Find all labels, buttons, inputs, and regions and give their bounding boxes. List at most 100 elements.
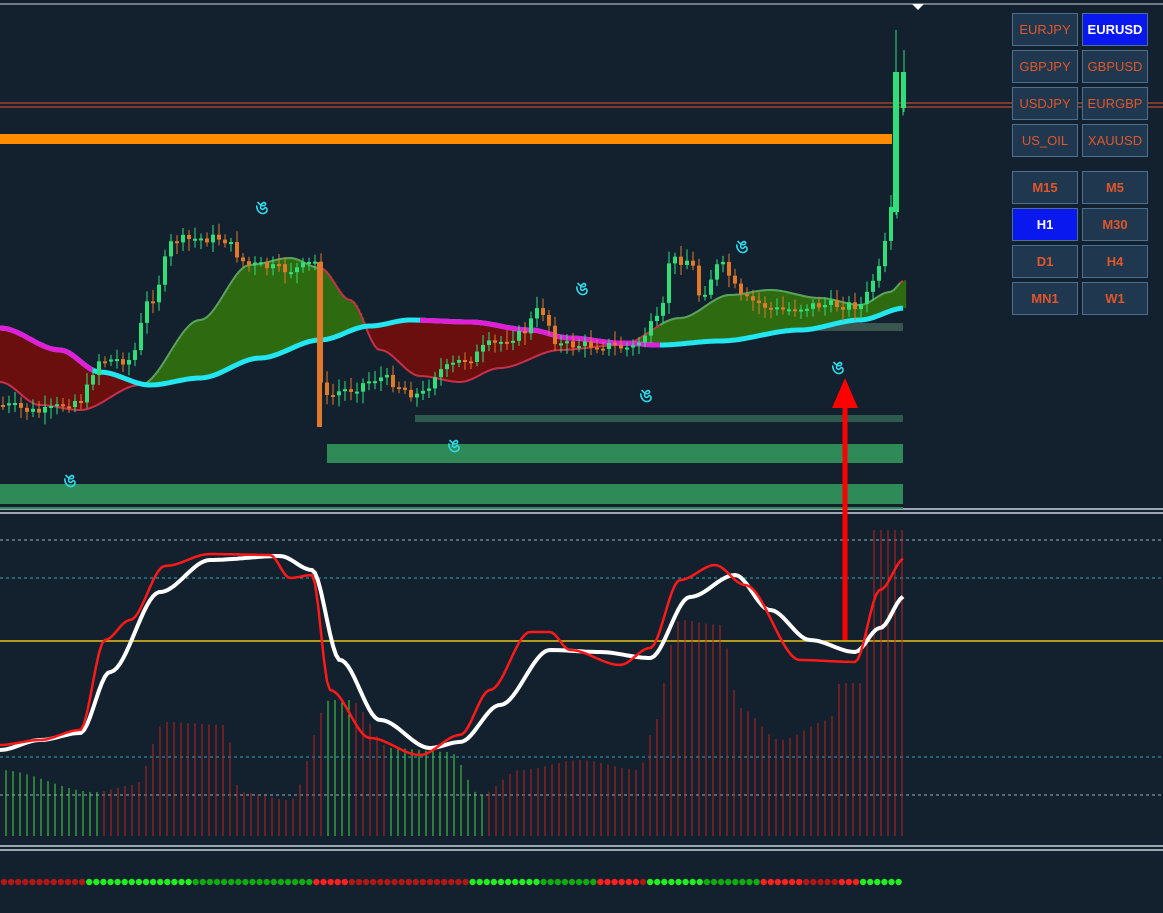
candle <box>175 235 179 255</box>
signal-icon: ঙ <box>447 436 460 457</box>
price-chart[interactable]: ঙ ঙ ঙ ঙ ঙ ঙ ঙ <box>0 0 1163 913</box>
symbol-button-usdjpy[interactable]: USDJPY <box>1012 87 1078 120</box>
candle <box>721 255 725 273</box>
candle <box>415 388 419 407</box>
candle <box>25 403 29 420</box>
candle <box>187 230 191 251</box>
buy-arrow-head <box>832 378 858 408</box>
signal-icon: ঙ <box>831 358 844 379</box>
shift-marker <box>912 4 924 10</box>
candle <box>877 258 881 288</box>
candle <box>373 370 377 390</box>
symbol-button-xauusd[interactable]: XAUUSD <box>1082 124 1148 157</box>
candle <box>427 379 431 398</box>
candle <box>661 296 665 324</box>
symbol-button-us_oil[interactable]: US_OIL <box>1012 124 1078 157</box>
signal-icon: ঙ <box>63 471 76 492</box>
candle <box>361 378 365 404</box>
candle <box>883 232 887 273</box>
candle <box>139 312 143 356</box>
candle <box>157 275 161 311</box>
candle <box>385 367 389 386</box>
candle <box>535 296 539 328</box>
candle <box>193 227 197 248</box>
candle <box>343 381 347 401</box>
candle <box>733 268 737 289</box>
candle <box>331 383 335 405</box>
candle <box>181 228 185 252</box>
candle <box>727 253 731 288</box>
big-bear-candle <box>317 262 322 427</box>
candle <box>703 286 707 301</box>
symbol-button-eurusd[interactable]: EURUSD <box>1082 13 1148 46</box>
timeframe-button-mn1[interactable]: MN1 <box>1012 282 1078 315</box>
oscillator-histogram <box>5 530 903 836</box>
candle <box>205 232 209 247</box>
candle <box>1 396 5 410</box>
candle <box>379 366 383 391</box>
signal-icon: ঙ <box>575 279 588 300</box>
candle <box>709 269 713 299</box>
candle <box>103 356 107 368</box>
symbol-button-eurgbp[interactable]: EURGBP <box>1082 87 1148 120</box>
candle <box>871 274 875 301</box>
candle <box>133 342 137 367</box>
timeframe-button-w1[interactable]: W1 <box>1082 282 1148 315</box>
candle <box>397 381 401 394</box>
candle <box>685 249 689 270</box>
candle <box>151 289 155 314</box>
candle <box>541 298 545 322</box>
candle <box>169 234 173 266</box>
demand-zone-lower <box>0 484 903 504</box>
signal-icon: ঙ <box>735 237 748 258</box>
candle <box>367 372 371 391</box>
timeframe-button-m30[interactable]: M30 <box>1082 208 1148 241</box>
resistance-band <box>0 134 892 144</box>
support-line-zone <box>415 415 903 422</box>
oscillator-red-line <box>0 552 904 757</box>
candle <box>337 379 341 407</box>
candle <box>403 381 407 395</box>
candle <box>211 225 215 252</box>
candle <box>163 249 167 292</box>
candle <box>223 234 227 248</box>
candle <box>217 223 221 246</box>
candle <box>7 395 11 414</box>
candle <box>409 381 413 402</box>
candle <box>229 237 233 252</box>
candle <box>889 195 893 250</box>
timeframe-button-h4[interactable]: H4 <box>1082 245 1148 278</box>
candle <box>691 251 695 271</box>
symbol-button-gbpjpy[interactable]: GBPJPY <box>1012 50 1078 83</box>
oscillator-white-line <box>0 554 905 752</box>
candle <box>655 306 659 326</box>
candle <box>235 231 239 263</box>
candle <box>673 252 677 275</box>
candle <box>667 251 671 314</box>
signal-icon: ঙ <box>639 386 652 407</box>
candle <box>121 352 125 373</box>
candle <box>325 371 329 405</box>
candle <box>241 253 245 268</box>
candle <box>115 349 119 369</box>
candle <box>199 233 203 250</box>
timeframe-button-m15[interactable]: M15 <box>1012 171 1078 204</box>
candle <box>13 391 17 413</box>
candle <box>715 259 719 287</box>
timeframe-button-m5[interactable]: M5 <box>1082 171 1148 204</box>
symbol-button-eurjpy[interactable]: EURJPY <box>1012 13 1078 46</box>
candle <box>697 258 701 302</box>
candle <box>589 330 593 356</box>
demand-zone-edge <box>0 507 903 509</box>
candle <box>127 352 131 376</box>
timeframe-button-h1[interactable]: H1 <box>1012 208 1078 241</box>
candle <box>19 396 23 419</box>
demand-zone-upper <box>327 444 903 463</box>
timeframe-button-d1[interactable]: D1 <box>1012 245 1078 278</box>
spike-candle <box>893 72 899 212</box>
candle <box>421 380 425 401</box>
candle <box>355 382 359 403</box>
candle <box>391 365 395 393</box>
candle <box>145 291 149 334</box>
symbol-button-gbpusd[interactable]: GBPUSD <box>1082 50 1148 83</box>
